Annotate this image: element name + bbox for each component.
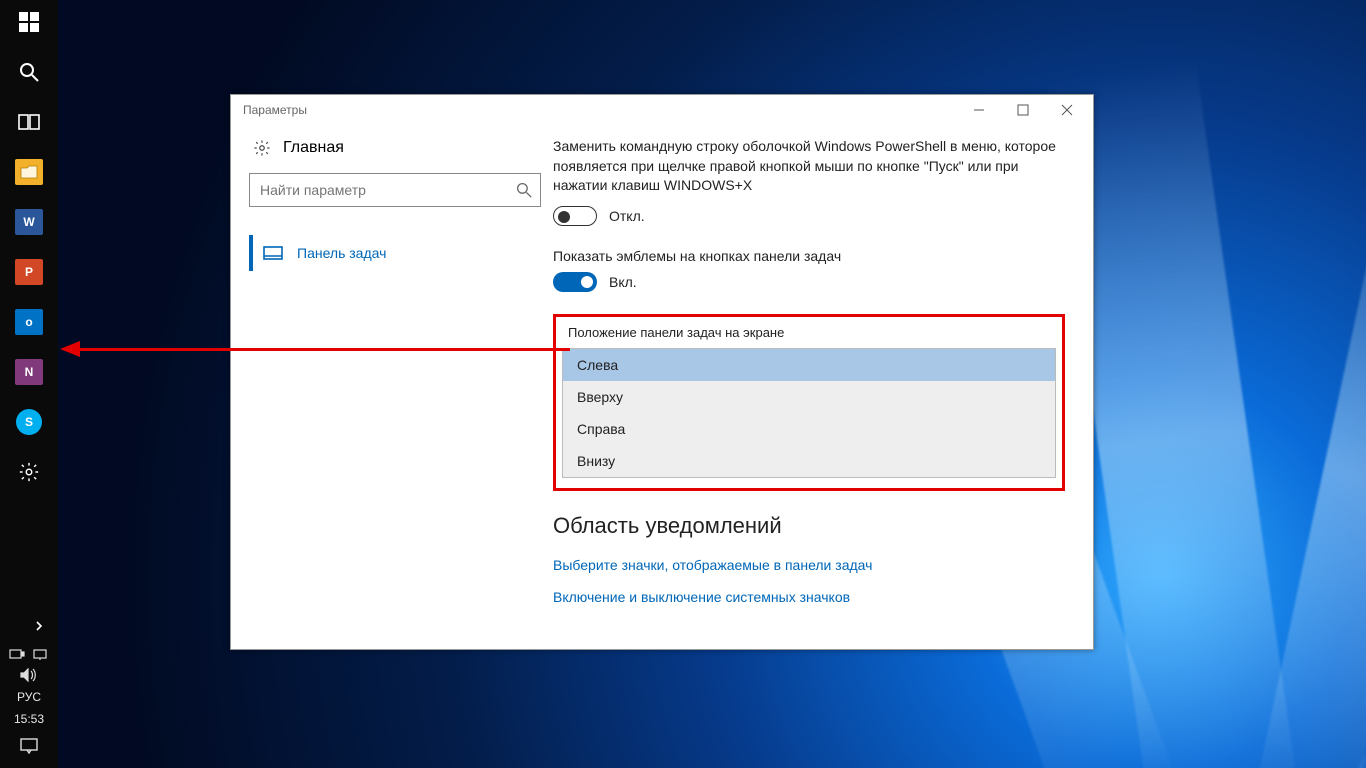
search-button[interactable] [0,56,58,88]
action-center-button[interactable] [0,734,58,758]
powershell-toggle[interactable] [553,206,597,226]
option-top[interactable]: Вверху [563,381,1055,413]
window-titlebar[interactable]: Параметры [231,95,1093,125]
desktop: W P o N S [0,0,1366,768]
settings-window: Параметры Главн [230,94,1094,650]
chevron-right-icon [34,621,44,631]
word-button[interactable]: W [0,206,58,238]
nav-taskbar[interactable]: Панель задач [249,235,541,271]
system-icons-link[interactable]: Включение и выключение системных значков [553,589,1065,605]
windows-icon [19,12,39,32]
option-left[interactable]: Слева [563,349,1055,381]
option-right[interactable]: Справа [563,413,1055,445]
badges-toggle-label: Вкл. [609,274,637,290]
taskbar-position-label: Положение панели задач на экране [562,323,1056,348]
network-icon[interactable] [33,648,49,660]
taskbar-position-highlight: Положение панели задач на экране Слева В… [553,314,1065,491]
home-label: Главная [283,139,344,157]
powerpoint-icon: P [15,259,43,285]
tray-volume[interactable] [20,668,38,682]
window-title: Параметры [243,103,307,117]
search-settings-input[interactable] [260,182,506,198]
window-body: Главная Панель задач Заменить командную … [231,125,1093,649]
maximize-icon [1017,104,1029,116]
gear-icon [18,461,40,483]
badges-toggle[interactable] [553,272,597,292]
taskbar: W P o N S [0,0,58,768]
window-controls [957,95,1089,125]
notification-area-header: Область уведомлений [553,513,1065,539]
tray-overflow-button[interactable] [0,612,58,640]
settings-sidebar: Главная Панель задач [231,125,551,649]
arrow-head-icon [60,341,80,357]
maximize-button[interactable] [1001,95,1045,125]
search-icon [516,182,532,198]
powerpoint-button[interactable]: P [0,256,58,288]
powershell-description: Заменить командную строку оболочкой Wind… [553,137,1065,196]
battery-icon[interactable] [9,648,25,660]
close-button[interactable] [1045,95,1089,125]
badges-toggle-row: Вкл. [553,272,1065,292]
gear-icon [253,139,271,157]
start-button[interactable] [0,6,58,38]
taskbar-system-tray: РУС 15:53 [0,606,58,768]
home-button[interactable]: Главная [249,139,541,157]
onenote-icon: N [15,359,43,385]
close-icon [1061,104,1073,116]
settings-button[interactable] [0,456,58,488]
taskbar-apps: W P o N S [0,0,58,606]
file-explorer-icon [15,159,43,185]
notification-icon [20,738,38,754]
option-bottom[interactable]: Внизу [563,445,1055,477]
taskbar-position-dropdown[interactable]: Слева Вверху Справа Внизу [562,348,1056,478]
onenote-button[interactable]: N [0,356,58,388]
task-view-icon [18,114,40,130]
search-settings-box[interactable] [249,173,541,207]
skype-icon: S [16,409,42,435]
outlook-button[interactable]: o [0,306,58,338]
minimize-button[interactable] [957,95,1001,125]
nav-taskbar-label: Панель задач [297,245,386,261]
search-icon [19,62,39,82]
volume-icon [20,668,38,682]
tray-row-1 [9,648,49,660]
badges-description: Показать эмблемы на кнопках панели задач [553,248,1065,264]
file-explorer-button[interactable] [0,156,58,188]
task-view-button[interactable] [0,106,58,138]
outlook-icon: o [15,309,43,335]
powershell-toggle-label: Откл. [609,208,645,224]
select-icons-link[interactable]: Выберите значки, отображаемые в панели з… [553,557,1065,573]
clock[interactable]: 15:53 [14,712,44,726]
powershell-toggle-row: Откл. [553,206,1065,226]
settings-content: Заменить командную строку оболочкой Wind… [551,125,1093,649]
word-icon: W [15,209,43,235]
taskbar-icon [263,246,283,260]
minimize-icon [973,104,985,116]
skype-button[interactable]: S [0,406,58,438]
language-indicator[interactable]: РУС [17,690,41,704]
